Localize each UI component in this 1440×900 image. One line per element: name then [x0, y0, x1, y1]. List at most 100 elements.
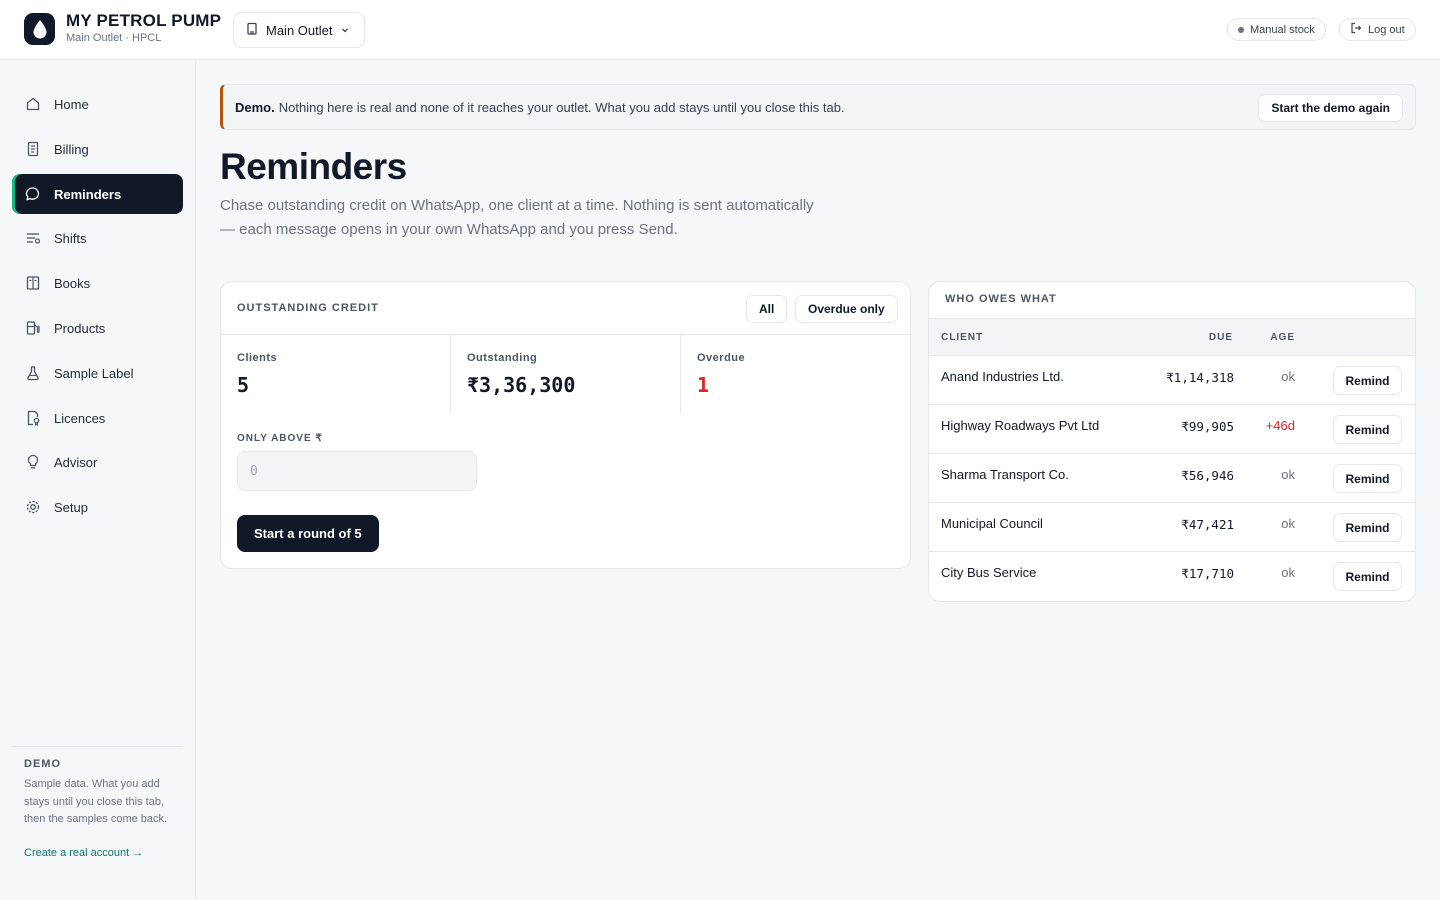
sidebar-item-reminders[interactable]: Reminders: [12, 174, 183, 214]
home-icon: [24, 96, 41, 113]
table-header: CLIENT DUE AGE: [929, 318, 1415, 356]
gear-icon: [24, 499, 41, 516]
table-row: Sharma Transport Co. ₹56,946 ok Remind: [929, 454, 1415, 503]
stat-label: Overdue: [697, 352, 746, 364]
manual-stock-label: Manual stock: [1250, 23, 1315, 36]
sidebar-item-label: Licences: [54, 410, 106, 426]
manual-stock-badge[interactable]: Manual stock: [1227, 18, 1326, 41]
banner-bold: Demo.: [235, 99, 275, 115]
client-name: Sharma Transport Co.: [941, 467, 1069, 482]
filter-all-button[interactable]: All: [746, 295, 788, 323]
lightbulb-icon: [24, 454, 41, 471]
sidebar-item-label: Products: [54, 320, 106, 336]
sidebar-item-label: Billing: [54, 141, 89, 157]
stat-value: 1: [697, 373, 710, 397]
sidebar-item-label: Setup: [54, 499, 88, 515]
sidebar-divider: [12, 746, 183, 747]
sidebar-item-setup[interactable]: Setup: [12, 487, 183, 527]
sidebar-item-products[interactable]: Products: [12, 308, 183, 348]
demo-text: Sample data. What you add stays until yo…: [24, 778, 168, 825]
sidebar-item-sample-label[interactable]: Sample Label: [12, 353, 183, 393]
flask-icon: [24, 365, 41, 382]
receipt-icon: [24, 141, 41, 158]
due-amount: ₹99,905: [1181, 419, 1234, 434]
table-row: City Bus Service ₹17,710 ok Remind: [929, 552, 1415, 601]
card-heading: WHO OWES WHAT: [945, 293, 1057, 305]
chevron-down-icon: [340, 23, 350, 38]
age-status: ok: [1281, 565, 1295, 580]
sidebar-item-licences[interactable]: Licences: [12, 398, 183, 438]
app-title: MY PETROL PUMP: [66, 11, 222, 30]
stat-outstanding: Outstanding ₹3,36,300: [451, 335, 681, 413]
fuel-pump-icon: [24, 320, 41, 337]
sidebar-item-label: Home: [54, 96, 89, 112]
stat-overdue: Overdue 1: [681, 335, 911, 413]
top-bar: MY PETROL PUMP Main Outlet · HPCL Main O…: [0, 0, 1440, 60]
filter-overdue-button[interactable]: Overdue only: [795, 295, 898, 323]
table-row: Highway Roadways Pvt Ltd ₹99,905 +46d Re…: [929, 405, 1415, 454]
table-row: Anand Industries Ltd. ₹1,14,318 ok Remin…: [929, 356, 1415, 405]
chat-bubble-icon: [24, 186, 41, 203]
demo-banner: Demo. Nothing here is real and none of i…: [220, 84, 1416, 130]
demo-title: DEMO: [24, 758, 61, 770]
sidebar-item-label: Sample Label: [54, 365, 134, 381]
client-name: Anand Industries Ltd.: [941, 369, 1064, 384]
outlet-select-value: Main Outlet: [266, 22, 333, 38]
stat-label: Clients: [237, 352, 278, 364]
restart-demo-button[interactable]: Start the demo again: [1258, 94, 1403, 122]
column-header-age: AGE: [1270, 332, 1295, 343]
create-account-link[interactable]: Create a real account →: [24, 847, 143, 859]
sidebar-item-billing[interactable]: Billing: [12, 129, 183, 169]
stat-clients: Clients 5: [221, 335, 451, 413]
logout-icon: [1350, 22, 1362, 37]
client-name: Municipal Council: [941, 516, 1043, 531]
only-above-label: ONLY ABOVE ₹: [237, 433, 323, 444]
status-dot-icon: [1238, 26, 1244, 33]
book-icon: [24, 275, 41, 292]
due-amount: ₹1,14,318: [1166, 370, 1234, 385]
client-name: City Bus Service: [941, 565, 1037, 580]
stat-value: ₹3,36,300: [467, 373, 576, 397]
start-round-button[interactable]: Start a round of 5: [237, 515, 379, 552]
remind-button[interactable]: Remind: [1333, 562, 1402, 591]
column-header-client: CLIENT: [941, 332, 984, 343]
remind-button[interactable]: Remind: [1333, 366, 1402, 395]
remind-button[interactable]: Remind: [1333, 513, 1402, 542]
remind-button[interactable]: Remind: [1333, 464, 1402, 493]
due-amount: ₹17,710: [1181, 566, 1234, 581]
sidebar: Home Billing Reminders Shifts Books Prod…: [0, 60, 196, 900]
due-amount: ₹56,946: [1181, 468, 1234, 483]
due-amount: ₹47,421: [1181, 517, 1234, 532]
sidebar-item-advisor[interactable]: Advisor: [12, 442, 183, 482]
outstanding-credit-card: OUTSTANDING CREDIT All Overdue only Clie…: [220, 281, 911, 569]
card-heading: OUTSTANDING CREDIT: [237, 302, 379, 314]
sidebar-item-label: Books: [54, 275, 91, 291]
sidebar-item-label: Advisor: [54, 454, 98, 470]
sidebar-item-books[interactable]: Books: [12, 263, 183, 303]
logout-button[interactable]: Log out: [1339, 18, 1416, 41]
column-header-due: DUE: [1208, 332, 1233, 343]
app-subtitle: Main Outlet · HPCL: [66, 32, 162, 44]
only-above-input[interactable]: [237, 451, 477, 491]
outlet-select[interactable]: Main Outlet: [233, 12, 365, 48]
client-name: Highway Roadways Pvt Ltd: [941, 418, 1100, 433]
stat-label: Outstanding: [467, 352, 538, 364]
who-owes-card: WHO OWES WHAT CLIENT DUE AGE Anand Indus…: [928, 281, 1416, 602]
sidebar-item-label: Reminders: [54, 186, 122, 202]
building-icon: [246, 22, 258, 38]
shifts-icon: [24, 230, 41, 247]
remind-button[interactable]: Remind: [1333, 415, 1402, 444]
certificate-icon: [24, 410, 41, 427]
banner-text: Nothing here is real and none of it reac…: [278, 99, 845, 115]
stat-value: 5: [237, 373, 250, 397]
sidebar-item-home[interactable]: Home: [12, 84, 183, 124]
logout-label: Log out: [1368, 23, 1405, 36]
age-status: +46d: [1265, 418, 1295, 433]
sidebar-item-label: Shifts: [54, 230, 87, 246]
page-description: Chase outstanding credit on WhatsApp, on…: [220, 197, 814, 238]
fuel-drop-logo-icon: [24, 13, 55, 45]
age-status: ok: [1281, 369, 1295, 384]
sidebar-item-shifts[interactable]: Shifts: [12, 218, 183, 258]
page-title: Reminders: [220, 146, 407, 187]
age-status: ok: [1281, 467, 1295, 482]
